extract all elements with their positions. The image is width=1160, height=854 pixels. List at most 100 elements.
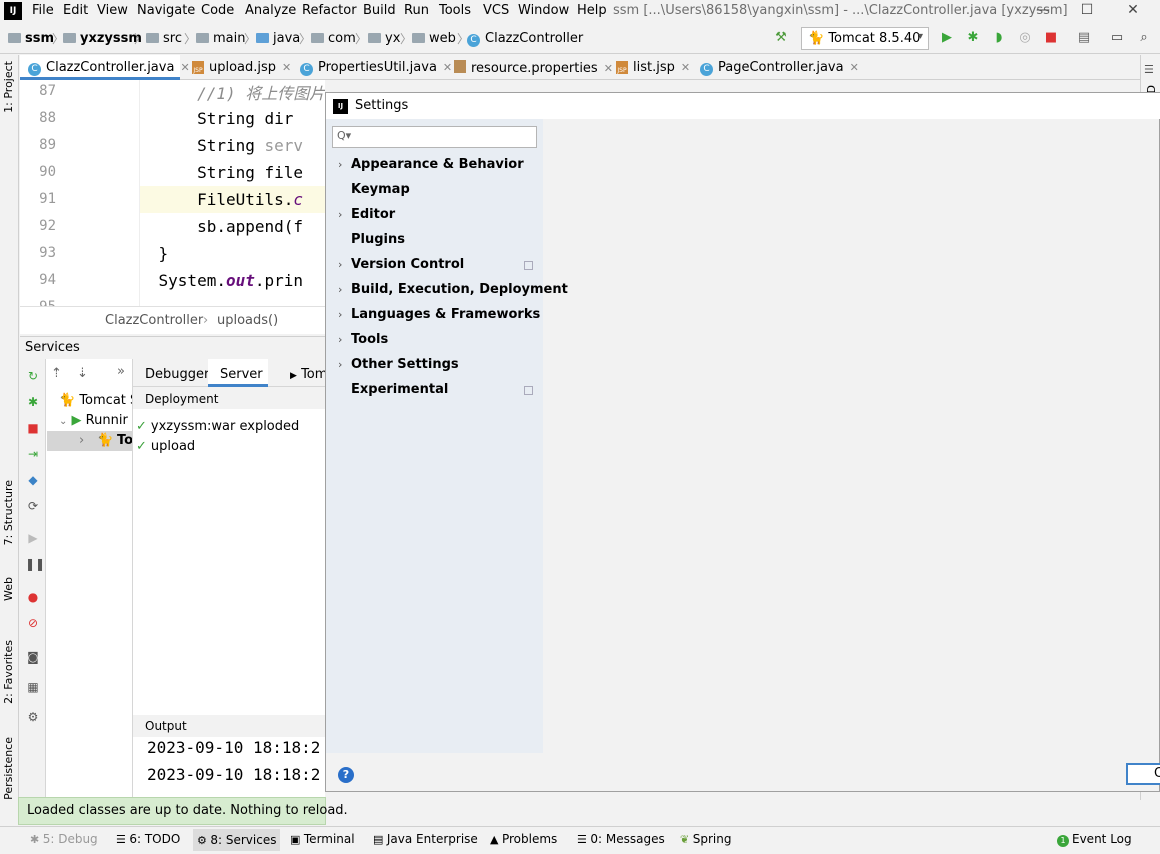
deployment-item[interactable]: ✓ yxzyssm:war exploded [136,419,299,434]
project-structure-icon[interactable]: ▤ [1076,30,1092,46]
update-icon[interactable]: ◆ [25,472,41,488]
settings-item-editor[interactable]: Editor [351,207,395,222]
layout-icon[interactable]: ▦ [25,679,41,695]
tree-item-running[interactable]: ⌄ ▶ Runnir [59,413,128,428]
close-tab-icon[interactable]: ✕ [850,61,859,74]
tool-todo[interactable]: ☰ 6: TODO [116,832,180,846]
menu-refactor[interactable]: Refactor [302,3,357,18]
mute-breakpoints-icon[interactable]: ⊘ [25,615,41,631]
expand-all-icon[interactable]: ⇡ [51,366,62,381]
tool-favorites[interactable]: 2: Favorites [2,640,15,704]
menu-tools[interactable]: Tools [439,3,471,18]
database-icon[interactable]: ☰ [1144,63,1154,76]
breadcrumb-method[interactable]: uploads() [217,313,278,328]
tab-clazzcontroller[interactable]: C ClazzController.java ✕ [20,55,190,80]
deploy-icon[interactable]: ⇥ [25,446,41,462]
tree-item-tomcat[interactable]: 🐈 Tomcat S [59,393,132,408]
stop-icon[interactable]: ■ [1043,30,1059,46]
close-tab-icon[interactable]: ✕ [282,61,291,74]
crumb-com[interactable]: com [311,31,356,46]
tool-problems[interactable]: ▲ Problems [490,832,557,846]
layout-icon[interactable]: ▭ [1109,30,1125,46]
menu-file[interactable]: File [32,3,54,18]
menu-window[interactable]: Window [518,3,569,18]
debug-icon[interactable]: ✱ [25,394,41,410]
search-icon[interactable]: ⌕ [1136,30,1152,46]
breakpoints-icon[interactable]: ● [25,589,41,605]
minimize-button[interactable]: — [1020,0,1066,22]
crumb-module[interactable]: yxzyssm [63,31,142,46]
settings-item-other[interactable]: Other Settings [351,357,459,372]
menu-run[interactable]: Run [404,3,429,18]
tool-spring[interactable]: ❦ Spring [680,832,731,846]
tab-resource-properties[interactable]: resource.properties ✕ [446,55,613,80]
menu-vcs[interactable]: VCS [483,3,509,18]
settings-search-input[interactable]: Q▾ [332,126,537,148]
settings-item-tools[interactable]: Tools [351,332,388,347]
tab-pagecontroller[interactable]: C PageController.java ✕ [692,55,859,80]
tab-debugger[interactable]: Debugger [133,359,209,387]
settings-item-version-control[interactable]: Version Control [351,257,464,272]
gear-icon[interactable]: ⚙ [25,709,41,725]
pause-icon[interactable]: ❚❚ [25,556,45,572]
settings-item-plugins[interactable]: Plugins [351,232,405,247]
tool-messages[interactable]: ☰ 0: Messages [577,832,665,846]
tool-structure[interactable]: 7: Structure [2,480,15,545]
code-editor[interactable]: 87 88 89 90 91 92 93 94 95 //1) 将上传图片保存到… [20,80,325,306]
profile-icon[interactable]: ◎ [1017,30,1033,46]
maximize-button[interactable]: ☐ [1064,0,1110,22]
line-number: 95 [26,299,56,306]
crumb-java[interactable]: java [256,31,300,46]
tool-persistence[interactable]: Persistence [2,737,15,800]
debug-icon[interactable]: ✱ [965,30,981,46]
menu-help[interactable]: Help [577,3,607,18]
folder-icon [256,33,269,43]
settings-item-keymap[interactable]: Keymap [351,182,410,197]
tree-item-selected[interactable]: › 🐈 To [47,431,132,451]
run-config-select[interactable]: 🐈 Tomcat 8.5.40 ▾ [801,27,929,50]
tool-java-enterprise[interactable]: ▤ Java Enterprise [373,832,478,846]
menu-analyze[interactable]: Analyze [245,3,296,18]
tab-upload-jsp[interactable]: JSP upload.jsp ✕ [184,55,291,80]
tab-list-jsp[interactable]: JSP list.jsp ✕ [608,55,690,80]
tool-project[interactable]: 1: Project [2,61,15,113]
crumb-class[interactable]: C ClazzController [467,31,583,47]
tool-terminal[interactable]: ▣ Terminal [290,832,355,846]
menu-edit[interactable]: Edit [63,3,88,18]
breadcrumb-class[interactable]: ClazzController [105,313,203,328]
ok-button[interactable]: OK [1126,763,1160,785]
settings-item-languages[interactable]: Languages & Frameworks [351,307,540,322]
run-icon[interactable]: ▶ [939,30,955,46]
tool-web[interactable]: Web [2,577,15,601]
crumb-src[interactable]: src [146,31,182,46]
crumb-web[interactable]: web [412,31,456,46]
coverage-icon[interactable]: ◗ [991,30,1007,46]
tab-propertiesutil[interactable]: C PropertiesUtil.java ✕ [292,55,452,80]
more-icon[interactable]: » [117,364,125,379]
settings-item-build[interactable]: Build, Execution, Deployment [351,282,568,297]
deployment-item[interactable]: ✓ upload [136,439,195,454]
close-button[interactable]: ✕ [1110,0,1156,22]
resume-icon[interactable]: ▶ [25,530,41,546]
crumb-yx[interactable]: yx [368,31,400,46]
settings-item-appearance[interactable]: Appearance & Behavior [351,157,524,172]
crumb-main[interactable]: main [196,31,245,46]
tool-event-log[interactable]: 1 Event Log [1057,832,1132,847]
refresh-icon[interactable]: ⟳ [25,498,41,514]
menu-build[interactable]: Build [363,3,396,18]
build-hammer-icon[interactable]: ⚒ [773,30,789,46]
crumb-project[interactable]: ssm [8,31,54,46]
menu-navigate[interactable]: Navigate [137,3,195,18]
close-tab-icon[interactable]: ✕ [681,61,690,74]
camera-icon[interactable]: ◙ [25,649,41,665]
collapse-all-icon[interactable]: ⇣ [77,366,88,381]
rerun-icon[interactable]: ↻ [25,368,41,384]
stop-icon[interactable]: ■ [25,420,41,436]
menu-code[interactable]: Code [201,3,234,18]
tool-services[interactable]: ⚙ 8: Services [193,829,281,851]
menu-view[interactable]: View [97,3,128,18]
settings-item-experimental[interactable]: Experimental [351,382,448,397]
tool-debug[interactable]: ✱ 5: Debug [30,832,98,846]
tab-server[interactable]: Server [208,359,268,387]
help-icon[interactable]: ? [338,767,354,783]
